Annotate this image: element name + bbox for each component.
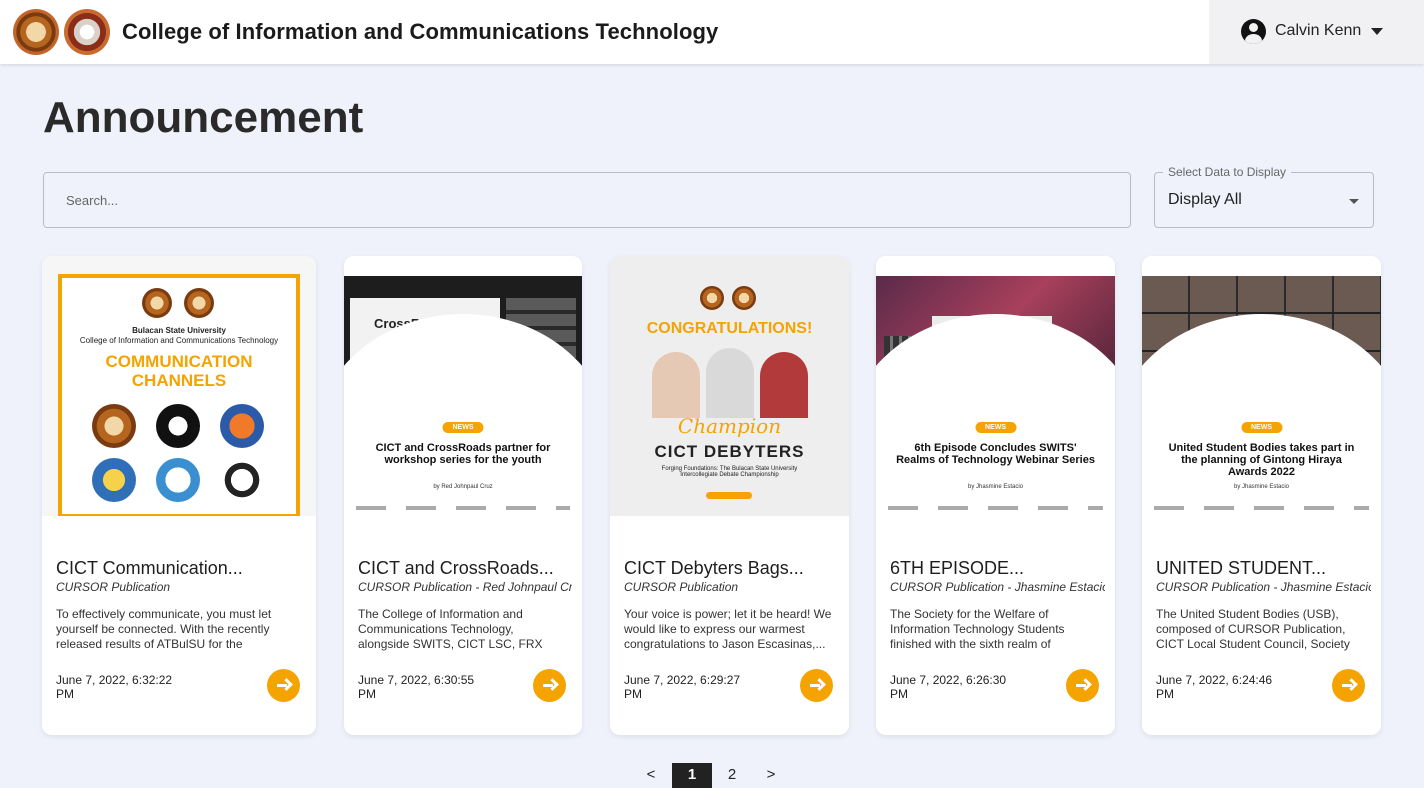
next-page-button[interactable]: >	[760, 763, 782, 788]
cict-logo	[64, 9, 110, 55]
card-excerpt: Your voice is power; let it be heard! We…	[624, 607, 832, 651]
bulsu-logo	[13, 9, 59, 55]
card-excerpt: The Society for the Welfare of Informati…	[890, 607, 1065, 651]
thumb-pill	[706, 492, 752, 499]
read-more-arrow-button[interactable]	[267, 669, 300, 702]
announcement-thumbnail: CrossRoads NEWS CICT and CrossRoads part…	[344, 256, 582, 516]
thumb-team: CICT DEBYTERS	[654, 442, 805, 461]
card-date: June 7, 2022, 6:24:46 PM	[1156, 673, 1273, 701]
account-circle-icon	[1241, 19, 1266, 44]
thumb-footer	[356, 506, 570, 510]
thumb-headline: CICT and CrossRoads partner for workshop…	[375, 442, 551, 466]
card-date: June 7, 2022, 6:26:30 PM	[890, 673, 1007, 701]
card-excerpt: The United Student Bodies (USB), compose…	[1156, 607, 1350, 651]
thumb-byline: by Red Johnpaul Cruz	[433, 484, 493, 490]
read-more-arrow-button[interactable]	[1332, 669, 1365, 702]
fist-logo-icon	[156, 404, 200, 448]
announcement-card[interactable]: NEWS United Student Bodies takes part in…	[1142, 256, 1381, 735]
card-title: CICT Debyters Bags...	[624, 558, 804, 578]
card-author: CURSOR Publication	[624, 580, 739, 594]
page-1-button[interactable]: 1	[672, 763, 712, 788]
announcement-thumbnail: Bulacan State University College of Info…	[42, 256, 316, 516]
cict-logo	[184, 288, 214, 318]
card-author: CURSOR Publication - Jhasmine Estacio	[1156, 580, 1371, 594]
thumb-footer	[1154, 506, 1369, 510]
display-filter-select[interactable]: Select Data to Display Display All	[1154, 165, 1374, 228]
frx-logo-icon	[220, 458, 264, 502]
announcement-thumbnail: NEWS United Student Bodies takes part in…	[1142, 256, 1381, 516]
thumbnail-frame: Bulacan State University College of Info…	[58, 274, 300, 516]
thumb-headline: CONGRATULATIONS!	[646, 320, 813, 337]
card-title: 6TH EPISODE...	[890, 558, 1025, 578]
thumb-footer	[888, 506, 1103, 510]
card-title: CICT and CrossRoads...	[358, 558, 554, 578]
news-tag: NEWS	[442, 422, 484, 433]
person-photo	[652, 352, 700, 418]
card-date: June 7, 2022, 6:32:22 PM	[56, 673, 173, 701]
announcement-card[interactable]: CrossRoads NEWS CICT and CrossRoads part…	[344, 256, 582, 735]
read-more-arrow-button[interactable]	[800, 669, 833, 702]
display-filter-label: Select Data to Display	[1163, 165, 1292, 179]
thumb-school: Bulacan State University	[132, 326, 226, 335]
card-author: CURSOR Publication - Red Johnpaul Cruz	[358, 580, 572, 594]
card-author: CURSOR Publication	[56, 580, 171, 594]
announcement-thumbnail: NEWS 6th Episode Concludes SWITS' Realms…	[876, 256, 1115, 516]
user-menu[interactable]: Calvin Kenn	[1209, 0, 1424, 64]
announcement-card[interactable]: NEWS 6th Episode Concludes SWITS' Realms…	[876, 256, 1115, 735]
card-title: CICT Communication...	[56, 558, 243, 578]
search-input[interactable]	[43, 172, 1131, 228]
announcement-card[interactable]: Bulacan State University College of Info…	[42, 256, 316, 735]
thumb-headline: United Student Bodies takes part in the …	[1168, 442, 1355, 478]
lsc-seal-icon	[92, 458, 136, 502]
swits-logo-icon	[156, 458, 200, 502]
thumb-headline: COMMUNICATION CHANNELS	[105, 352, 253, 390]
cict-logo	[732, 286, 756, 310]
bulsu-logo	[142, 288, 172, 318]
caret-down-icon	[1349, 199, 1359, 204]
announcement-card[interactable]: CONGRATULATIONS! Champion CICT DEBYTERS …	[610, 256, 849, 735]
thumb-byline: by Jhasmine Estacio	[967, 484, 1024, 490]
bulsu-logo	[700, 286, 724, 310]
news-tag: NEWS	[975, 422, 1016, 433]
read-more-arrow-button[interactable]	[533, 669, 566, 702]
cict-seal-icon	[92, 404, 136, 448]
thumb-byline: by Jhasmine Estacio	[1233, 484, 1290, 490]
user-name: Calvin Kenn	[1275, 22, 1362, 39]
thumb-college: College of Information and Communication…	[79, 336, 279, 345]
app-title: College of Information and Communication…	[122, 19, 719, 44]
card-author: CURSOR Publication - Jhasmine Estacio	[890, 580, 1105, 594]
top-app-bar: College of Information and Communication…	[0, 0, 1424, 64]
page-title: Announcement	[43, 93, 364, 142]
thumb-headline: 6th Episode Concludes SWITS' Realms of T…	[896, 442, 1095, 466]
card-date: June 7, 2022, 6:29:27 PM	[624, 673, 741, 701]
person-photo	[706, 348, 754, 418]
news-tag: NEWS	[1241, 422, 1282, 433]
read-more-arrow-button[interactable]	[1066, 669, 1099, 702]
card-date: June 7, 2022, 6:30:55 PM	[358, 673, 475, 701]
card-excerpt: The College of Information and Communica…	[358, 607, 543, 651]
announcement-thumbnail: CONGRATULATIONS! Champion CICT DEBYTERS …	[610, 256, 849, 516]
display-filter-value: Display All	[1168, 191, 1242, 208]
fox-logo-icon	[220, 404, 264, 448]
card-excerpt: To effectively communicate, you must let…	[56, 607, 272, 651]
previous-page-button[interactable]: <	[640, 763, 662, 788]
person-photo	[760, 352, 808, 418]
card-title: UNITED STUDENT...	[1156, 558, 1327, 578]
thumb-subtitle: Forging Foundations: The Bulacan State U…	[661, 466, 798, 478]
caret-down-icon	[1371, 28, 1383, 35]
thumb-script: Champion	[677, 414, 782, 438]
page-2-button[interactable]: 2	[720, 763, 744, 788]
